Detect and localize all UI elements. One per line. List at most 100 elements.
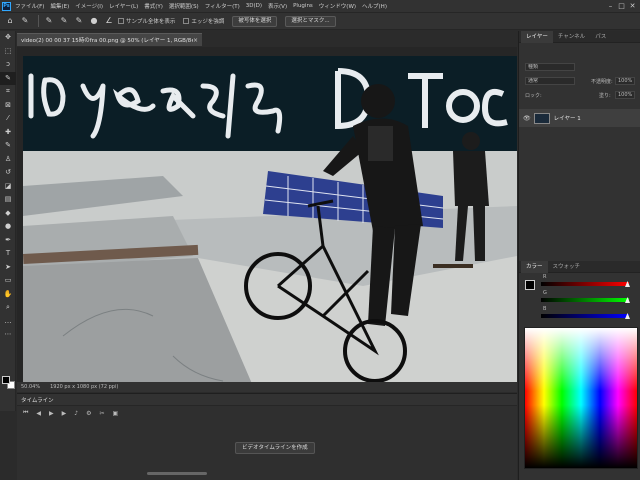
layer-row[interactable]: 👁 レイヤー 1 [519,109,640,127]
settings-icon[interactable]: ⚙ [86,410,91,417]
more-tools-icon[interactable]: … [0,315,16,329]
timeline-scrollbar[interactable] [147,472,207,475]
menu-select[interactable]: 選択範囲(S) [169,2,199,10]
layer-kind-filter[interactable]: 種類 [525,63,575,71]
color-swatches[interactable] [2,376,16,390]
frame-tool-icon[interactable]: ⊠ [0,99,16,113]
enhance-edge-checkbox[interactable]: エッジを強調 [183,17,224,25]
healing-brush-icon[interactable]: ✚ [0,126,16,140]
eyedropper-tool-icon[interactable]: ⁄ [0,112,16,126]
visibility-eye-icon[interactable]: 👁 [523,115,531,122]
foreground-color-chip[interactable] [525,280,535,290]
eraser-tool-icon[interactable]: ◪ [0,180,16,194]
select-subject-button[interactable]: 被写体を選択 [232,15,278,27]
tab-paths[interactable]: パス [590,31,611,43]
blend-mode-select[interactable]: 通常 [525,77,575,85]
hand-tool-icon[interactable]: ✋ [0,288,16,302]
canvas-area[interactable] [17,47,517,392]
zoom-tool-icon[interactable]: ⌕ [0,301,16,315]
add-selection-icon[interactable]: ✎ [58,15,70,27]
lock-label: ロック: [525,93,542,99]
brush-tool-icon[interactable]: ✎ [0,139,16,153]
divider [38,15,39,27]
edit-toolbar-icon[interactable]: ⋯ [0,328,16,342]
document-tab[interactable]: video(2) 00 00 37 15時のfra 00.png @ 50% (… [17,33,202,46]
layer-thumbnail [533,112,550,124]
prev-frame-icon[interactable]: ◀ [36,410,41,417]
brush-size-icon[interactable]: ● [88,15,100,27]
red-slider[interactable] [541,281,635,287]
color-spectrum-picker[interactable] [524,327,638,469]
menu-help[interactable]: ヘルプ(H) [362,2,387,10]
first-frame-icon[interactable]: ⏮ [23,409,28,417]
image-canvas[interactable] [23,56,517,386]
blue-slider[interactable] [541,313,635,319]
menu-plugins[interactable]: Plugins [293,3,313,9]
green-slider[interactable] [541,297,635,303]
red-track [541,282,629,286]
channel-g-label: G [543,290,547,296]
subtract-selection-icon[interactable]: ✎ [73,15,85,27]
timeline-panel: タイムライン ⏮ ◀ ▶ ▶ ♪ ⚙ ✂ ▣ ビデオタイムラインを作成 [17,393,517,480]
home-icon[interactable]: ⌂ [4,15,16,27]
blue-track [541,314,629,318]
select-and-mask-button[interactable]: 選択とマスク... [285,15,336,27]
menu-file[interactable]: ファイル(F) [15,2,44,10]
sample-all-layers-checkbox[interactable]: サンプル全体を表示 [118,17,175,25]
close-tab-icon[interactable]: × [193,37,198,44]
opacity-input[interactable]: 100% [615,77,635,85]
tab-channels[interactable]: チャンネル [553,31,590,43]
type-tool-icon[interactable]: T [0,247,16,261]
quick-selection-tool-icon[interactable]: ✎ [0,71,16,85]
marquee-tool-icon[interactable]: ⬚ [0,45,16,59]
photoshop-logo-icon[interactable]: Ps [2,1,11,11]
play-icon[interactable]: ▶ [49,410,54,417]
maximize-button[interactable]: □ [616,1,627,11]
menu-type[interactable]: 書式(Y) [144,2,163,10]
zoom-level[interactable]: 50.04% [21,384,40,390]
new-selection-icon[interactable]: ✎ [43,15,55,27]
document-title: video(2) 00 00 37 15時のfra 00.png @ 50% (… [21,38,193,44]
minimize-button[interactable]: – [605,1,616,11]
menu-filter[interactable]: フィルター(T) [205,2,240,10]
foreground-color-swatch[interactable] [2,376,10,384]
tab-swatches[interactable]: スウォッチ [548,261,586,273]
transition-icon[interactable]: ▣ [113,410,119,417]
tab-layers[interactable]: レイヤー [521,30,553,43]
menu-3d[interactable]: 3D(D) [246,3,262,9]
fill-input[interactable]: 100% [615,91,635,99]
quick-select-tool-icon[interactable]: ✎ [19,15,31,27]
blur-tool-icon[interactable]: ◆ [0,207,16,221]
dodge-tool-icon[interactable]: ● [0,220,16,234]
audio-icon[interactable]: ♪ [74,410,78,417]
timeline-controls: ⏮ ◀ ▶ ▶ ♪ ⚙ ✂ ▣ [17,406,517,420]
layer-name[interactable]: レイヤー 1 [554,114,581,122]
gradient-tool-icon[interactable]: ▤ [0,193,16,207]
next-frame-icon[interactable]: ▶ [62,410,67,417]
tab-color[interactable]: カラー [521,260,548,273]
history-brush-icon[interactable]: ↺ [0,166,16,180]
pen-tool-icon[interactable]: ✒ [0,234,16,248]
create-video-timeline-button[interactable]: ビデオタイムラインを作成 [235,442,315,454]
clone-stamp-icon[interactable]: ♙ [0,153,16,167]
rectangle-tool-icon[interactable]: ▭ [0,274,16,288]
path-selection-icon[interactable]: ➤ [0,261,16,275]
move-tool-icon[interactable]: ✥ [0,31,16,45]
channel-b-label: B [543,306,547,312]
split-icon[interactable]: ✂ [100,410,105,417]
menu-layer[interactable]: レイヤー(L) [109,2,138,10]
checkbox-box [183,18,190,24]
color-panel-tabs: カラー スウォッチ [519,260,640,273]
menu-edit[interactable]: 編集(E) [50,2,69,10]
menu-view[interactable]: 表示(V) [268,2,287,10]
angle-icon[interactable]: ∠ [103,15,115,27]
lasso-tool-icon[interactable]: ↄ [0,58,16,72]
checkbox-label: サンプル全体を表示 [126,19,176,25]
crop-tool-icon[interactable]: ⌗ [0,85,16,99]
menu-image[interactable]: イメージ(I) [75,2,103,10]
window-controls: – □ ✕ [605,1,638,11]
fill-label: 塗り: [599,93,611,99]
menu-window[interactable]: ウィンドウ(W) [319,2,356,10]
close-window-button[interactable]: ✕ [627,1,638,11]
layers-panel-tabs: レイヤー チャンネル パス [519,30,640,43]
